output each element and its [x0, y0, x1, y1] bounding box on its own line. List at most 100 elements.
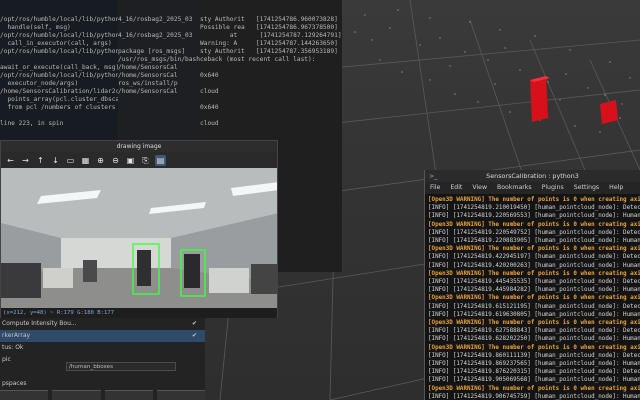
displays-button[interactable]: [104, 390, 153, 400]
terminal-line: 0x640: [200, 104, 219, 111]
terminal-line: /opt/ros/humble/local/lib/python3.: [0, 32, 118, 39]
menu-item-edit[interactable]: Edit: [450, 182, 462, 194]
terminal-line: handle(self, msg): [0, 24, 71, 31]
display-row[interactable]: Compute Intensity Bou... ✔: [0, 318, 205, 330]
drawing-image-window[interactable]: drawing image ← → ↑ ↓ ▭ ▦ ⊕ ⊖ ▣ ⎘ ▤ (x=2…: [0, 140, 278, 318]
display-label: pspaces: [2, 380, 27, 387]
log-warning-line: [Open3D WARNING] The number of points is…: [428, 385, 640, 392]
image-toolbar: ← → ↑ ↓ ▭ ▦ ⊕ ⊖ ▣ ⎘ ▤: [1, 152, 277, 168]
log-info-line: [INFO] [1741254819.422945197] [human_poi…: [428, 254, 640, 261]
terminal-line: /home/SensorsCal: [118, 64, 178, 71]
log-info-line: [INFO] [1741254819.860111139] [human_poi…: [428, 352, 640, 359]
checkbox-icon[interactable]: ✔: [192, 330, 197, 342]
camera-image[interactable]: [1, 168, 277, 308]
terminal-line: cloud: [200, 120, 219, 127]
terminal-line: /usr/ros_msgs/bin/bash: [118, 56, 200, 63]
terminal-line: executor_node/args): [0, 80, 79, 87]
terminal-line: ceback (most recent call last):: [200, 56, 316, 63]
terminal-background-left[interactable]: /opt/ros/humble/local/lib/python3 handle…: [0, 0, 118, 140]
terminal-line: ros_ws/install/p: [118, 80, 178, 87]
toolbar-button[interactable]: ↑: [35, 155, 46, 166]
log-info-line: [INFO] [1741254819.445984282] [human_poi…: [428, 287, 640, 294]
terminal-line: /opt/ros/humble/local/lib/python3: [0, 48, 118, 55]
log-warning-line: [Open3D WARNING] The number of points is…: [428, 295, 640, 302]
terminal-line: /home/SensorsCalibration/lidar2camera: [0, 88, 118, 95]
displays-button[interactable]: [156, 390, 205, 400]
toolbar-button[interactable]: ▣: [125, 155, 136, 166]
terminal-line: line 223, in spin: [0, 120, 64, 127]
terminal-line: 4_16/rosbag2_2025_03: [118, 16, 193, 23]
terminal-background-mid[interactable]: 4_16/rosbag2_2025_03 4_16/rosbag2_2025_03…: [118, 0, 200, 140]
toolbar-button[interactable]: ⊖: [110, 155, 121, 166]
log-info-line: [INFO] [1741254819.445435535] [human_poi…: [428, 279, 640, 286]
menu-item-view[interactable]: View: [472, 182, 487, 194]
toolbar-button[interactable]: ←: [5, 155, 16, 166]
log-warning-line: [Open3D WARNING] The number of points is…: [428, 344, 640, 351]
terminal-line: points_array(pcl.cluster_dbscan(eps: [7, 96, 118, 103]
terminal-line: Warning: A [1741254787.144263650] [human…: [200, 40, 342, 47]
toolbar-button[interactable]: ▤: [155, 154, 166, 166]
rviz-displays-panel[interactable]: Compute Intensity Bou... ✔ rkerArray ✔ tus: …: [0, 318, 205, 400]
log-warning-line: [Open3D WARNING] The number of points is…: [428, 197, 640, 203]
menu-item-file[interactable]: File: [430, 182, 440, 194]
terminal-titlebar: >_ SensorsCalibration : python3: [425, 170, 640, 182]
log-info-line: [INFO] [1741254819.905069568] [human_poi…: [428, 377, 640, 384]
terminal-line: call_in_executor(call, args): [0, 40, 112, 47]
point-cloud: [354, 9, 631, 133]
display-row[interactable]: rkerArray ✔: [0, 330, 205, 342]
topic-field[interactable]: /human_bboxes: [66, 362, 176, 371]
log-warning-line: [Open3D WARNING] The number of points is…: [428, 246, 640, 253]
log-info-line: [INFO] [1741254819.627588843] [human_poi…: [428, 328, 640, 335]
displays-button[interactable]: [52, 390, 101, 400]
menu-item-settings[interactable]: Settings: [574, 182, 599, 194]
log-info-line: [INFO] [1741254819.628202250] [human_poi…: [428, 336, 640, 343]
terminal-line: sty Authorit [1741254787.356953189] [hum…: [200, 48, 342, 55]
terminal-menubar: File Edit View Bookmarks Plugins Settings Help: [425, 182, 640, 194]
checkbox-icon[interactable]: ✔: [192, 318, 197, 330]
terminal-line: package [ros_msgs]: [118, 48, 186, 55]
log-info-line: [INFO] [1741254819.420200263] [human_poi…: [428, 262, 640, 269]
menu-item-bookmarks[interactable]: Bookmarks: [497, 182, 532, 194]
toolbar-button[interactable]: ▦: [80, 155, 91, 166]
human-marker: [530, 76, 550, 122]
toolbar-button[interactable]: →: [20, 155, 31, 166]
sensors-calibration-terminal[interactable]: >_ SensorsCalibration : python3 File Edit…: [424, 170, 640, 400]
display-row[interactable]: pspaces: [0, 378, 205, 390]
menu-item-plugins[interactable]: Plugins: [542, 182, 564, 194]
log-warning-line: [Open3D WARNING] The number of points is…: [428, 270, 640, 277]
human-marker: [600, 100, 618, 124]
toolbar-button[interactable]: ↓: [50, 155, 61, 166]
display-label: rkerArray: [2, 332, 31, 339]
terminal-line: /opt/ros/humble/local/lib/python3: [0, 72, 118, 79]
log-warning-line: [Open3D WARNING] The number of points is…: [428, 320, 640, 327]
display-label: tus: Ok: [2, 344, 24, 351]
terminal-title: SensorsCalibration : python3: [486, 172, 579, 180]
terminal-line: /home/SensorsCal: [118, 72, 178, 79]
toolbar-button[interactable]: ⎘: [140, 155, 151, 166]
terminal-line: Possible rea [1741254786.967378500] [hum…: [200, 24, 342, 31]
terminal-line: at [1741254787.129264791] [human_point: [229, 32, 342, 39]
display-label: Compute Intensity Bou...: [2, 320, 77, 327]
log-info-line: [INFO] [1741254819.220549752] [human_poi…: [428, 229, 640, 236]
terminal-output[interactable]: [Open3D WARNING] The number of points is…: [425, 194, 640, 400]
log-warning-line: [Open3D WARNING] The number of points is…: [428, 221, 640, 228]
terminal-line: /opt/ros/humble/local/lib/python3: [0, 16, 118, 23]
terminal-line: await_or_execute(call_back, msg): [0, 64, 118, 71]
toolbar-button[interactable]: ⊕: [95, 155, 106, 166]
toolbar-button[interactable]: ▭: [65, 155, 76, 166]
pixel-status: (x=212, y=48) ~ R:179 G:180 B:177: [1, 308, 277, 318]
log-info-line: [INFO] [1741254819.619630805] [human_poi…: [428, 311, 640, 318]
display-row[interactable]: tus: Ok: [0, 342, 205, 354]
window-title: drawing image: [1, 141, 277, 152]
display-label: pic: [2, 356, 11, 363]
terminal-line: 0x640: [200, 72, 219, 79]
terminal-line: cloud: [200, 88, 219, 95]
displays-button[interactable]: [0, 390, 49, 400]
menu-item-help[interactable]: Help: [609, 182, 623, 194]
terminal-line: /home/SensorsCal: [118, 88, 178, 95]
